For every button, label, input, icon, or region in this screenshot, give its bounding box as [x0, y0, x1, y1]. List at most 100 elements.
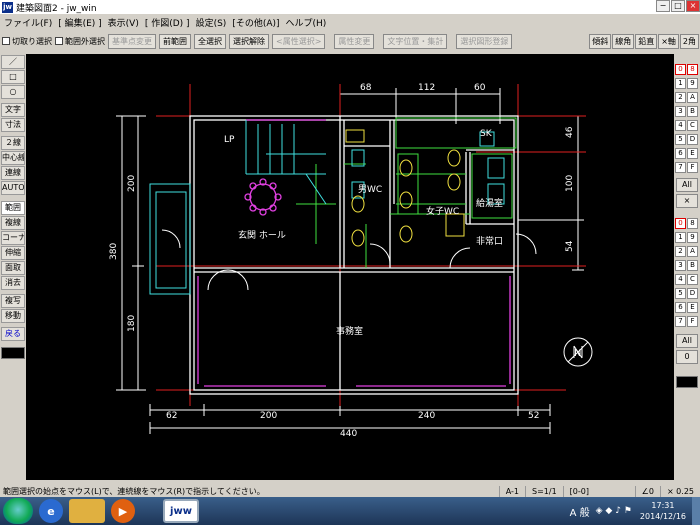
menu-other[interactable]: [その他(A)]	[232, 16, 279, 29]
layer-group-4[interactable]: 4	[675, 120, 686, 131]
layer-group-7[interactable]: 7	[675, 162, 686, 173]
paper-size[interactable]: A-1	[498, 485, 525, 497]
attribute-select-button[interactable]: <属性選択>	[272, 33, 326, 49]
drawing-canvas[interactable]: 68 112 60 62 200 240 52 440 200 180 380 …	[26, 54, 674, 480]
ie-taskbar-icon[interactable]: e	[39, 499, 63, 523]
layer-group-c[interactable]: C	[687, 120, 698, 131]
rectangle-tool[interactable]: □	[1, 70, 25, 84]
layer-f[interactable]: F	[687, 316, 698, 327]
x-axis-button[interactable]: ×軸	[658, 33, 679, 49]
layer-9[interactable]: 9	[687, 232, 698, 243]
text-tool[interactable]: 文字	[1, 103, 25, 117]
layer-group-e[interactable]: E	[687, 148, 698, 159]
layer-group-2[interactable]: 2	[675, 92, 686, 103]
erase-tool[interactable]: 消去	[1, 276, 25, 290]
start-button[interactable]	[3, 498, 33, 524]
base-point-change-button[interactable]: 基準点変更	[108, 33, 156, 49]
layer-5[interactable]: 5	[675, 288, 686, 299]
jww-taskbar-icon[interactable]: jww	[163, 499, 199, 523]
checkbox-outside-select[interactable]: 範囲外選択	[55, 36, 105, 47]
minimize-button[interactable]: −	[656, 0, 670, 12]
menu-help[interactable]: ヘルプ(H)	[286, 16, 327, 29]
layer-group-b[interactable]: B	[687, 106, 698, 117]
layer-8[interactable]: 8	[687, 218, 698, 229]
ime-indicator[interactable]: A 般	[570, 504, 590, 519]
menu-view[interactable]: 表示(V)	[108, 16, 139, 29]
checkbox-cut-select[interactable]: 切取り選択	[2, 36, 52, 47]
deselect-button[interactable]: 選択解除	[229, 33, 269, 49]
undo-button[interactable]: 戻る	[1, 327, 25, 341]
register-shape-button[interactable]: 選択図形登録	[456, 33, 513, 49]
title-bar[interactable]: jw 建築図面2 - jw_win − □ ×	[0, 0, 700, 14]
range-tool[interactable]: 範囲	[1, 201, 25, 215]
close-button[interactable]: ×	[686, 0, 700, 12]
layer-0[interactable]: 0	[675, 218, 686, 229]
show-desktop-button[interactable]	[692, 497, 700, 525]
two-angle-button[interactable]: 2角	[679, 33, 699, 49]
menu-edit[interactable]: [ 編集(E) ]	[58, 16, 101, 29]
write-layer-indicator[interactable]: 0	[676, 350, 698, 364]
chamfer-tool[interactable]: 面取	[1, 261, 25, 275]
layer-d[interactable]: D	[687, 288, 698, 299]
circle-tool[interactable]: ○	[1, 85, 25, 99]
media-player-taskbar-icon[interactable]: ▶	[111, 499, 135, 523]
layer-group-0[interactable]: 0	[675, 64, 686, 75]
layer-group-8[interactable]: 8	[687, 64, 698, 75]
all-layers-button[interactable]: All	[676, 334, 698, 348]
continuous-line-tool[interactable]: 連線	[1, 166, 25, 180]
layer-group-1[interactable]: 1	[675, 78, 686, 89]
double-line-tool[interactable]: ２線	[1, 136, 25, 150]
checkbox-box[interactable]	[2, 37, 10, 45]
menu-settings[interactable]: 設定(S)	[196, 16, 227, 29]
move-tool[interactable]: 移動	[1, 309, 25, 323]
checkbox-box[interactable]	[55, 37, 63, 45]
clock[interactable]: 17:31 2014/12/16	[640, 500, 686, 522]
line-color-indicator[interactable]	[676, 376, 698, 388]
layer-group-5[interactable]: 5	[675, 134, 686, 145]
auto-tool[interactable]: AUTO	[1, 181, 25, 195]
layer-4[interactable]: 4	[675, 274, 686, 285]
all-layer-groups-button[interactable]: All	[676, 178, 698, 192]
layer-3[interactable]: 3	[675, 260, 686, 271]
line-tool[interactable]: ／	[1, 55, 25, 69]
previous-range-button[interactable]: 前範囲	[159, 33, 191, 49]
tray-icons[interactable]: ◈ ◆ ♪ ⚑	[596, 506, 632, 516]
corner-tool[interactable]: コーナー	[1, 231, 25, 245]
layer-group-3[interactable]: 3	[675, 106, 686, 117]
layer-group-d[interactable]: D	[687, 134, 698, 145]
line-style-indicator[interactable]	[1, 347, 25, 359]
vertical-button[interactable]: 鉛直	[635, 33, 658, 49]
text-position-button[interactable]: 文字位置・集計	[383, 33, 448, 49]
layer-2[interactable]: 2	[675, 246, 686, 257]
offset-tool[interactable]: 複線	[1, 216, 25, 230]
layer-6[interactable]: 6	[675, 302, 686, 313]
layer-group-f[interactable]: F	[687, 162, 698, 173]
attribute-change-button[interactable]: 属性変更	[334, 33, 375, 49]
menu-draw[interactable]: [ 作図(D) ]	[145, 16, 190, 29]
layer-group-9[interactable]: 9	[687, 78, 698, 89]
select-all-button[interactable]: 全選択	[194, 33, 226, 49]
drawing-scale[interactable]: S=1/1	[525, 485, 563, 497]
room-label-sk: SK	[480, 129, 493, 139]
menu-file[interactable]: ファイル(F)	[4, 16, 52, 29]
layer-1[interactable]: 1	[675, 232, 686, 243]
dimension-tool[interactable]: 寸法	[1, 118, 25, 132]
layer-a[interactable]: A	[687, 246, 698, 257]
layer-group-6[interactable]: 6	[675, 148, 686, 159]
current-layer[interactable]: [0-0]	[562, 485, 607, 497]
line-angle-button[interactable]: 線角	[612, 33, 635, 49]
layer-7[interactable]: 7	[675, 316, 686, 327]
center-line-tool[interactable]: 中心線	[1, 151, 25, 165]
zoom-readout[interactable]: × 0.25	[659, 485, 700, 497]
layer-c[interactable]: C	[687, 274, 698, 285]
slope-button[interactable]: 傾斜	[589, 33, 612, 49]
layer-b[interactable]: B	[687, 260, 698, 271]
stretch-tool[interactable]: 伸縮	[1, 246, 25, 260]
layer-list-close-button[interactable]: ×	[676, 194, 698, 208]
angle-readout[interactable]: ∠0	[634, 485, 660, 497]
maximize-button[interactable]: □	[671, 0, 685, 12]
explorer-taskbar-icon[interactable]	[69, 499, 105, 523]
layer-e[interactable]: E	[687, 302, 698, 313]
layer-group-a[interactable]: A	[687, 92, 698, 103]
copy-tool[interactable]: 複写	[1, 294, 25, 308]
